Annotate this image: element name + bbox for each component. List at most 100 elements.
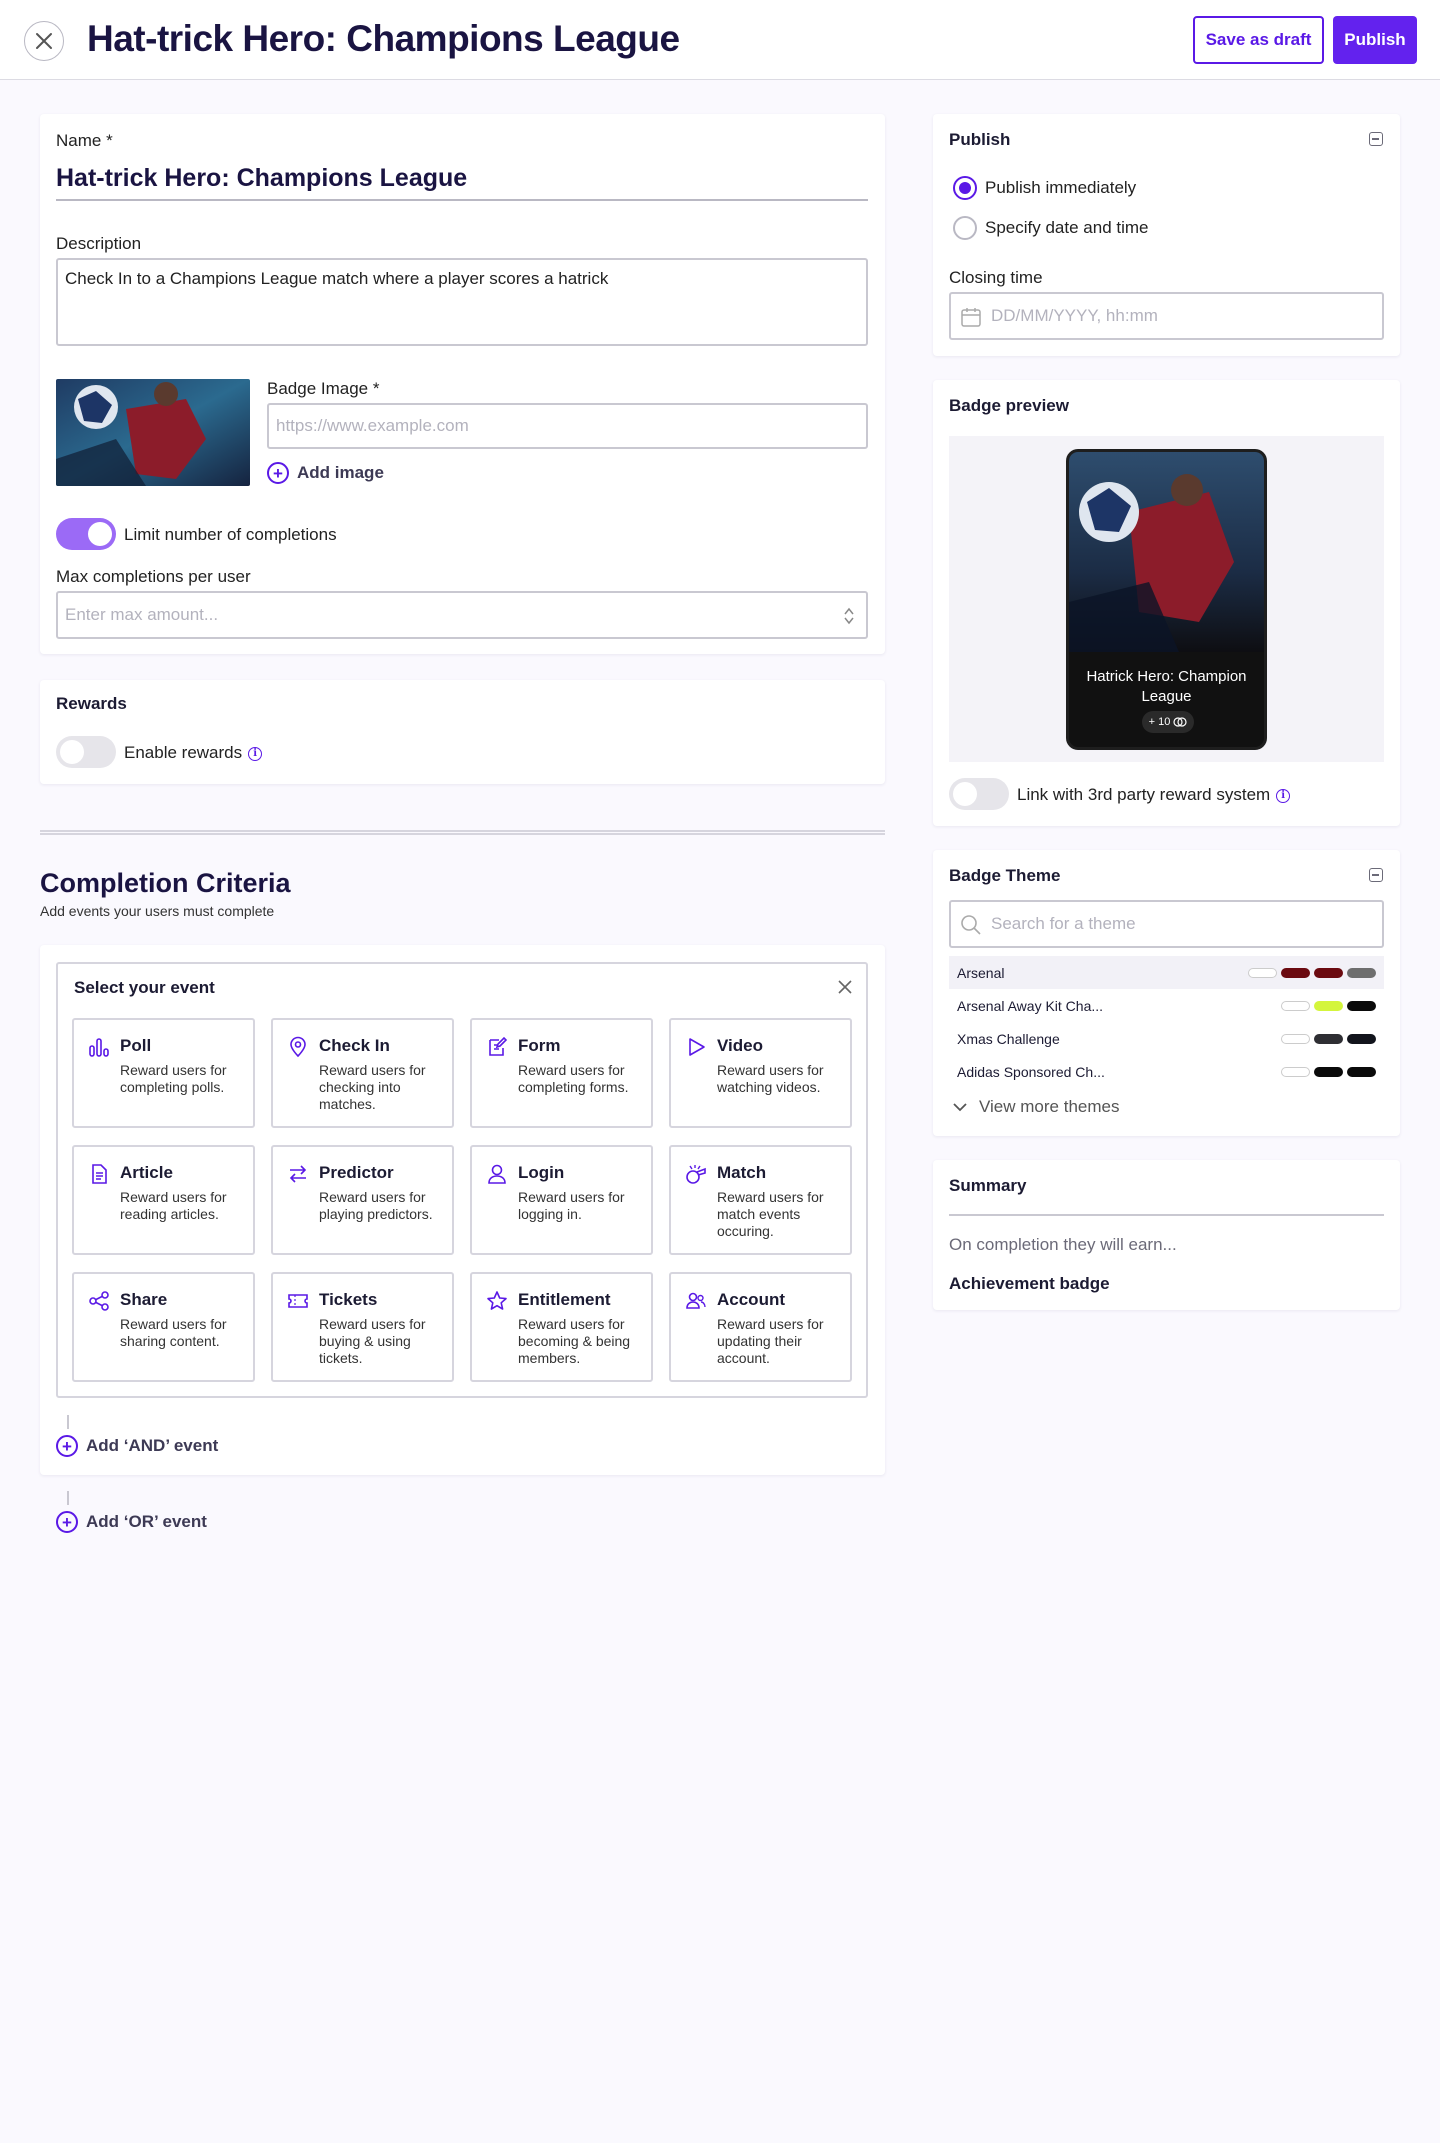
users-icon — [686, 1292, 706, 1309]
event-tile-article[interactable]: Article Reward users for reading article… — [72, 1145, 255, 1255]
view-more-themes-button[interactable]: View more themes — [953, 1097, 1119, 1117]
plus-circle-icon: + — [267, 462, 289, 484]
badge-theme-title: Badge Theme — [949, 866, 1061, 885]
plus-circle-icon: + — [56, 1435, 78, 1457]
max-completions-label: Max completions per user — [56, 567, 251, 586]
specify-date-radio[interactable] — [953, 216, 977, 240]
summary-earn-label: On completion they will earn... — [949, 1235, 1177, 1254]
swap-arrows-icon — [289, 1165, 307, 1183]
summary-title: Summary — [949, 1176, 1027, 1195]
add-or-event-button[interactable]: + Add ‘OR’ event — [56, 1511, 207, 1533]
publish-title: Publish — [949, 130, 1011, 149]
document-icon — [92, 1164, 107, 1184]
theme-swatches — [1281, 1001, 1376, 1011]
event-tile-entitlement[interactable]: Entitlement Reward users for becoming & … — [470, 1272, 653, 1382]
close-icon — [36, 33, 52, 49]
theme-swatches — [1248, 968, 1376, 978]
collapse-icon[interactable] — [1369, 868, 1383, 882]
closing-time-label: Closing time — [949, 268, 1043, 287]
select-event-title: Select your event — [74, 978, 215, 997]
connector-line — [67, 1415, 69, 1429]
info-icon[interactable]: i — [248, 746, 263, 761]
share-icon — [89, 1291, 109, 1311]
event-tile-poll[interactable]: Poll Reward users for completing polls. — [72, 1018, 255, 1128]
theme-swatches — [1281, 1034, 1376, 1044]
close-icon[interactable] — [836, 978, 854, 996]
event-tile-form[interactable]: Form Reward users for completing forms. — [470, 1018, 653, 1128]
badge-image-thumbnail — [56, 379, 250, 486]
event-tile-share[interactable]: Share Reward users for sharing content. — [72, 1272, 255, 1382]
ticket-icon — [288, 1294, 308, 1308]
summary-earn-value: Achievement badge — [949, 1274, 1110, 1293]
event-tile-tickets[interactable]: Tickets Reward users for buying & using … — [271, 1272, 454, 1382]
specify-date-label: Specify date and time — [985, 218, 1149, 237]
summary-divider — [949, 1214, 1384, 1216]
chevron-down-icon — [953, 1103, 967, 1112]
rewards-title: Rewards — [56, 694, 127, 713]
location-pin-icon — [290, 1036, 306, 1058]
name-label: Name * — [56, 131, 113, 150]
add-image-label: Add image — [297, 463, 384, 482]
theme-search-placeholder: Search for a theme — [991, 914, 1136, 933]
limit-completions-toggle[interactable] — [56, 518, 116, 550]
description-textarea[interactable]: Check In to a Champions League match whe… — [56, 258, 868, 346]
link-3rd-party-toggle[interactable] — [949, 778, 1009, 810]
form-edit-icon — [489, 1036, 508, 1056]
poll-icon — [89, 1038, 109, 1057]
coins-icon — [1173, 717, 1187, 727]
enable-rewards-toggle[interactable] — [56, 736, 116, 768]
badge-preview-title: Badge preview — [949, 396, 1069, 415]
badge-image-url-input[interactable]: https://www.example.com — [267, 403, 868, 449]
section-divider — [40, 830, 885, 835]
event-tile-predictor[interactable]: Predictor Reward users for playing predi… — [271, 1145, 454, 1255]
description-label: Description — [56, 234, 142, 253]
stepper-icon[interactable] — [844, 607, 854, 625]
publish-immediately-label: Publish immediately — [985, 178, 1137, 197]
name-input[interactable]: Hat-trick Hero: Champions League — [56, 164, 467, 193]
search-icon — [961, 915, 981, 935]
limit-completions-label: Limit number of completions — [124, 525, 337, 544]
page-title: Hat-trick Hero: Champions League — [87, 18, 680, 59]
info-icon[interactable]: i — [1276, 788, 1291, 803]
closing-time-input[interactable]: DD/MM/YYYY, hh:mm — [949, 292, 1384, 340]
close-button[interactable] — [24, 21, 64, 61]
event-tile-account[interactable]: Account Reward users for updating their … — [669, 1272, 852, 1382]
connector-line — [67, 1491, 69, 1505]
collapse-icon[interactable] — [1369, 132, 1383, 146]
closing-time-placeholder: DD/MM/YYYY, hh:mm — [991, 306, 1158, 325]
name-underline — [56, 199, 868, 201]
max-completions-placeholder: Enter max amount... — [65, 605, 219, 624]
event-tile-video[interactable]: Video Reward users for watching videos. — [669, 1018, 852, 1128]
select-event-panel: Select your event Poll Reward users for … — [56, 962, 868, 1398]
rewards-card — [40, 680, 885, 784]
add-image-button[interactable]: + Add image — [267, 462, 384, 484]
theme-row-arsenal-away[interactable]: Arsenal Away Kit Cha... — [949, 989, 1384, 1022]
play-icon — [689, 1038, 705, 1056]
calendar-icon — [961, 308, 981, 327]
theme-row-arsenal[interactable]: Arsenal — [949, 956, 1384, 989]
star-icon — [487, 1291, 507, 1310]
enable-rewards-label: Enable rewards i — [124, 743, 263, 763]
theme-row-xmas[interactable]: Xmas Challenge — [949, 1022, 1384, 1055]
max-completions-input[interactable]: Enter max amount... — [56, 591, 868, 639]
theme-swatches — [1281, 1067, 1376, 1077]
link-3rd-party-label: Link with 3rd party reward system i — [1017, 785, 1291, 805]
add-and-event-button[interactable]: + Add ‘AND’ event — [56, 1435, 218, 1457]
user-icon — [488, 1164, 506, 1184]
plus-circle-icon: + — [56, 1511, 78, 1533]
save-draft-button[interactable]: Save as draft — [1193, 16, 1324, 64]
publish-button[interactable]: Publish — [1333, 16, 1417, 64]
event-tile-match[interactable]: Match Reward users for match events occu… — [669, 1145, 852, 1255]
publish-immediately-radio[interactable] — [953, 176, 977, 200]
theme-row-adidas[interactable]: Adidas Sponsored Ch... — [949, 1055, 1384, 1088]
top-bar: Hat-trick Hero: Champions League Save as… — [0, 0, 1440, 80]
points-badge: + 10 — [1142, 711, 1194, 733]
badge-preview-image: Hatrick Hero: Champion League + 10 — [1066, 449, 1267, 750]
whistle-icon — [686, 1165, 706, 1184]
badge-preview-name: Hatrick Hero: Champion League — [1086, 668, 1247, 705]
event-tile-check-in[interactable]: Check In Reward users for checking into … — [271, 1018, 454, 1128]
theme-search-input[interactable]: Search for a theme — [949, 900, 1384, 948]
completion-criteria-title: Completion Criteria — [40, 868, 291, 898]
event-tile-login[interactable]: Login Reward users for logging in. — [470, 1145, 653, 1255]
badge-image-label: Badge Image * — [267, 379, 380, 398]
